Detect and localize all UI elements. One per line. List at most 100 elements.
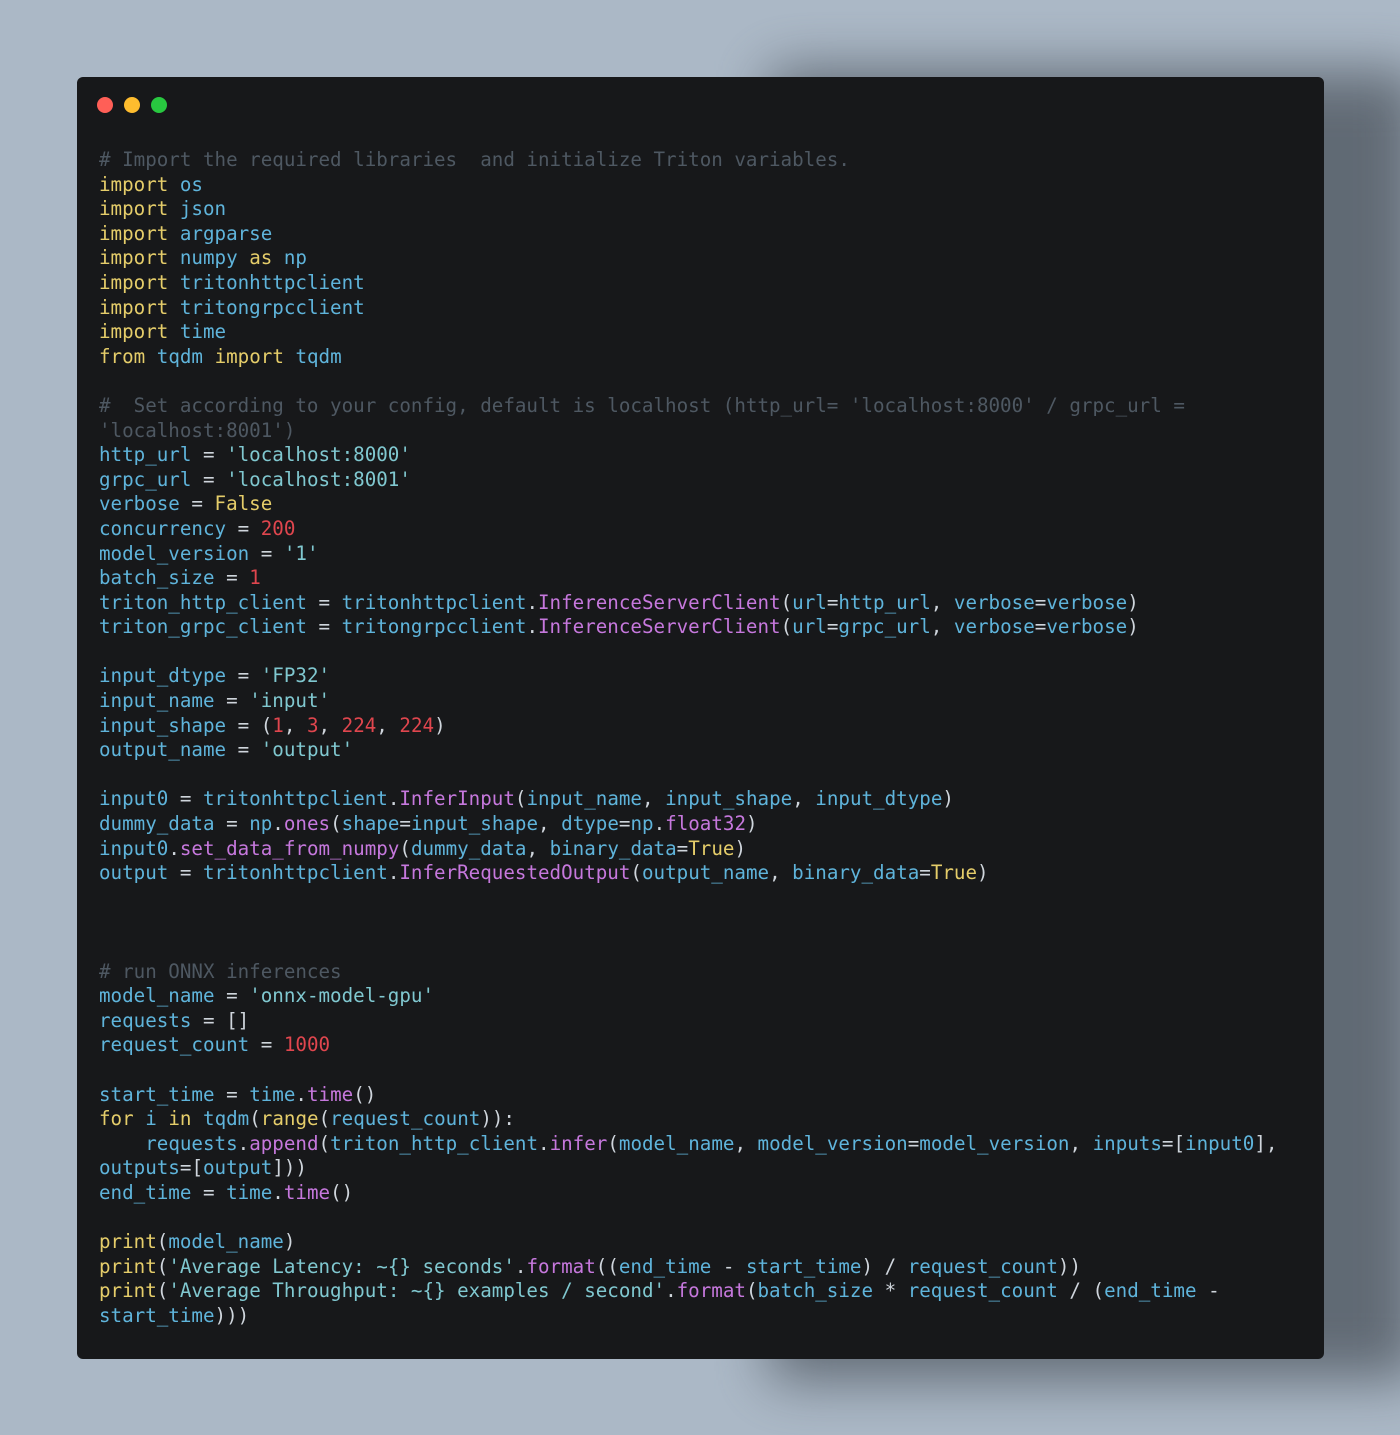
code-token-punc: ) — [1127, 615, 1139, 639]
code-token-comment: # Set according to your config, default … — [99, 393, 1185, 417]
code-token-punc: ( — [156, 1279, 169, 1303]
code-token-mod: tritonhttpclient — [341, 590, 527, 614]
code-token-var: verbose — [953, 615, 1035, 639]
code-token-op: = — [214, 984, 250, 1008]
code-token-fn: format — [676, 1279, 746, 1303]
code-token-op: = — [226, 713, 261, 737]
code-token-var: input_dtype — [815, 787, 943, 811]
code-line: request_count = 1000 — [99, 1033, 1299, 1058]
code-line: grpc_url = 'localhost:8001' — [99, 468, 1299, 493]
code-token-str: 'output' — [260, 738, 354, 762]
code-token-var: requests — [99, 1008, 192, 1032]
code-token-op — [191, 1107, 203, 1130]
code-token-punc: , — [792, 787, 816, 811]
code-token-builtin: range — [260, 1107, 319, 1131]
code-block: # Import the required libraries and init… — [99, 148, 1299, 1329]
code-token-var: end_time — [618, 1254, 712, 1278]
code-token-punc: . — [387, 787, 400, 811]
code-token-punc: ( — [399, 836, 411, 860]
code-token-op — [168, 296, 180, 319]
code-token-mod: argparse — [179, 221, 273, 245]
code-token-mod: tqdm — [156, 344, 203, 368]
code-token-punc: ) — [434, 713, 446, 737]
code-token-var: triton_grpc_client — [99, 615, 307, 639]
code-token-op: = — [399, 812, 411, 836]
code-token-punc: . — [526, 590, 538, 614]
code-token-punc: )): — [480, 1107, 515, 1131]
code-token-num: 224 — [399, 713, 435, 737]
code-token-fn: ones — [283, 812, 331, 836]
code-token-punc: ( — [630, 861, 642, 885]
code-token-kw: import — [99, 270, 169, 294]
code-token-var: batch_size — [99, 566, 215, 590]
code-token-var: input_shape — [665, 787, 793, 811]
code-line: import time — [99, 320, 1299, 345]
code-token-op: = — [1034, 590, 1047, 614]
code-token-punc: ) — [283, 1230, 296, 1254]
code-token-fn: InferenceServerClient — [538, 615, 781, 639]
code-token-var: request_count — [99, 1033, 250, 1057]
code-token-mod: time — [226, 1180, 273, 1204]
code-token-op: = — [249, 1033, 284, 1057]
code-line: model_name = 'onnx-model-gpu' — [99, 984, 1299, 1009]
code-token-var: output — [203, 1156, 273, 1180]
code-token-op: = — [214, 812, 250, 836]
code-token-op — [157, 1107, 169, 1130]
code-token-mod: np — [630, 812, 654, 836]
code-token-comment: 'localhost:8001') — [99, 418, 296, 442]
code-token-var: end_time — [99, 1180, 192, 1204]
code-token-punc: ])) — [272, 1156, 307, 1180]
code-line: dummy_data = np.ones(shape=input_shape, … — [99, 812, 1299, 837]
code-token-punc: . — [665, 1279, 677, 1303]
code-line: start_time))) — [99, 1304, 1299, 1329]
code-token-op: - — [711, 1254, 746, 1278]
code-token-fn: InferenceServerClient — [538, 590, 781, 614]
code-token-punc: , — [930, 615, 954, 639]
code-token-var: input_shape — [410, 812, 539, 836]
code-token-fn: format — [526, 1254, 596, 1278]
code-token-punc: . — [272, 1180, 284, 1204]
code-token-var: batch_size — [757, 1279, 874, 1303]
code-token-punc: . — [526, 615, 538, 639]
code-line: for i in tqdm(range(request_count)): — [99, 1107, 1299, 1132]
code-token-op: = — [179, 492, 215, 516]
code-token-var: input_shape — [99, 713, 227, 737]
minimize-dot-icon[interactable] — [124, 97, 140, 113]
code-token-op — [99, 1132, 145, 1155]
code-token-kw: import — [99, 295, 169, 319]
maximize-dot-icon[interactable] — [151, 97, 167, 113]
code-token-mod: json — [179, 197, 227, 221]
code-line: import tritonhttpclient — [99, 271, 1299, 296]
code-token-op: = — [919, 861, 931, 885]
code-token-str: 'localhost:8000' — [226, 443, 411, 467]
code-token-op: / — [884, 1254, 908, 1278]
code-token-mod: tritonhttpclient — [202, 787, 388, 811]
code-token-op: = — [249, 541, 284, 565]
code-token-punc: . — [387, 861, 400, 885]
code-token-var: dtype — [561, 812, 619, 836]
code-token-punc: ( — [318, 1107, 331, 1131]
code-token-var: i — [145, 1107, 157, 1131]
code-token-var: input0 — [99, 836, 169, 860]
code-token-op — [238, 246, 250, 269]
code-line: import tritongrpcclient — [99, 296, 1299, 321]
code-token-kw: import — [99, 246, 169, 270]
code-window: # Import the required libraries and init… — [77, 77, 1324, 1359]
code-token-op: = — [214, 689, 250, 713]
code-line: input_dtype = 'FP32' — [99, 664, 1299, 689]
code-token-kw: for — [99, 1107, 134, 1131]
code-token-punc: ( — [330, 812, 342, 836]
close-dot-icon[interactable] — [97, 97, 113, 113]
code-token-const: True — [930, 861, 978, 885]
code-token-op: - — [1196, 1279, 1220, 1303]
code-token-var: requests — [145, 1131, 238, 1155]
code-token-var: model_version — [757, 1131, 908, 1155]
code-token-str: 'Average Latency: ~{} seconds' — [168, 1254, 515, 1278]
code-line: end_time = time.time() — [99, 1181, 1299, 1206]
code-token-kw: import — [99, 320, 169, 344]
code-token-num: 1 — [249, 566, 261, 590]
code-token-punc: , — [1069, 1131, 1093, 1155]
code-token-var: input0 — [99, 787, 169, 811]
code-token-punc: , — [538, 812, 562, 836]
code-token-mod: time — [179, 320, 227, 344]
